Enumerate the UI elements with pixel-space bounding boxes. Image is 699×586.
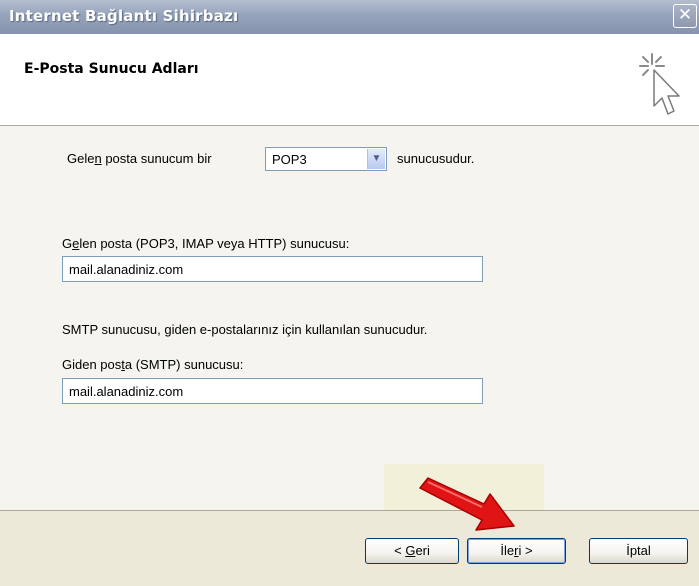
incoming-type-label: Gelen posta sunucum bir xyxy=(67,151,212,166)
title-bar: Internet Bağlantı Sihirbazı ✕ xyxy=(0,0,699,34)
close-button[interactable]: ✕ xyxy=(673,4,697,28)
smtp-info-text: SMTP sunucusu, giden e-postalarınız için… xyxy=(62,322,428,337)
page-title: E-Posta Sunucu Adları xyxy=(24,61,199,77)
outgoing-server-value: mail.alanadiniz.com xyxy=(69,384,184,399)
red-arrow-icon xyxy=(419,477,515,531)
chevron-down-icon[interactable]: ▼ xyxy=(367,149,385,169)
wizard-body xyxy=(0,126,699,510)
incoming-server-value: mail.alanadiniz.com xyxy=(69,262,184,277)
incoming-server-input[interactable]: mail.alanadiniz.com xyxy=(62,256,483,282)
select-value: POP3 xyxy=(272,152,307,167)
next-button[interactable]: İleri > xyxy=(467,538,566,564)
wizard-header: E-Posta Sunucu Adları xyxy=(0,34,699,126)
back-button[interactable]: < Geri xyxy=(365,538,459,564)
wizard-cursor-icon xyxy=(639,53,680,115)
cancel-button[interactable]: İptal xyxy=(589,538,688,564)
incoming-server-type-select[interactable]: POP3 ▼ xyxy=(265,147,387,171)
outgoing-server-input[interactable]: mail.alanadiniz.com xyxy=(62,378,483,404)
incoming-server-label: Gelen posta (POP3, IMAP veya HTTP) sunuc… xyxy=(62,236,350,251)
incoming-type-suffix: sunucusudur. xyxy=(397,151,475,166)
close-icon: ✕ xyxy=(677,5,693,25)
window-title: Internet Bağlantı Sihirbazı xyxy=(9,7,239,25)
outgoing-server-label: Giden posta (SMTP) sunucusu: xyxy=(62,357,244,372)
